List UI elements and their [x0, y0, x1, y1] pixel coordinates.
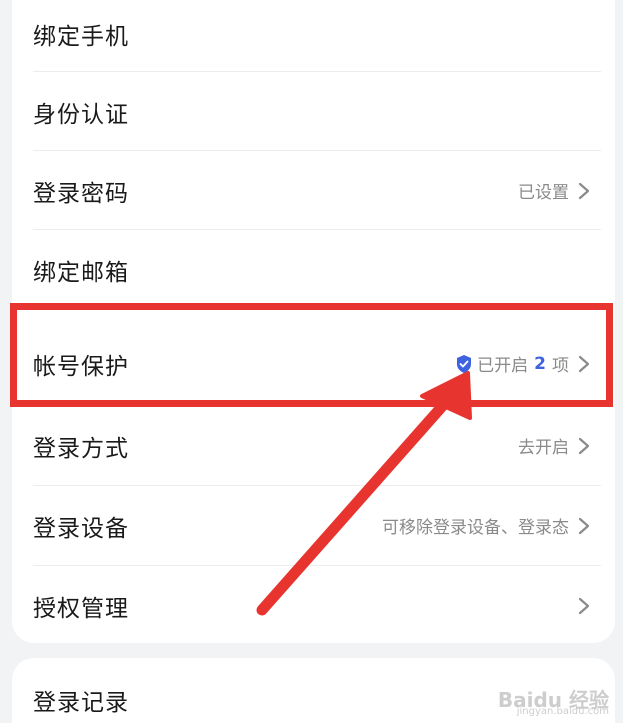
row-label: 登录密码 — [33, 180, 129, 207]
row-label: 绑定邮箱 — [33, 259, 129, 286]
row-login-method[interactable]: 登录方式 去开启 — [12, 406, 615, 485]
row-label: 绑定手机 — [33, 23, 129, 50]
chevron-right-icon — [578, 517, 590, 534]
divider — [33, 403, 601, 404]
row-value-group: 已设置 — [518, 178, 591, 203]
chevron-right-icon — [578, 437, 590, 454]
row-label: 登录设备 — [33, 515, 129, 542]
protection-unit: 项 — [552, 356, 569, 376]
row-label: 帐号保护 — [33, 353, 129, 380]
row-value-group: 已开启 2 项 — [455, 351, 591, 376]
shield-check-icon — [457, 354, 472, 373]
chevron-right-icon — [578, 182, 590, 199]
row-account-protection[interactable]: 帐号保护 已开启 2 项 — [12, 324, 615, 403]
row-bind-email[interactable]: 绑定邮箱 — [12, 230, 615, 309]
row-login-password[interactable]: 登录密码 已设置 — [12, 151, 615, 230]
row-login-devices[interactable]: 登录设备 可移除登录设备、登录态 — [12, 486, 615, 565]
row-authorization-management[interactable]: 授权管理 — [12, 566, 615, 645]
row-value-group: 可移除登录设备、登录态 — [382, 513, 591, 538]
row-value: 可移除登录设备、登录态 — [382, 518, 569, 538]
protection-count: 2 — [534, 353, 546, 374]
row-value: 已设置 — [518, 183, 569, 203]
row-bind-phone[interactable]: 绑定手机 — [12, 0, 615, 73]
row-label: 登录记录 — [33, 689, 129, 716]
row-value: 去开启 — [518, 438, 569, 458]
row-label: 授权管理 — [33, 595, 129, 622]
baidu-watermark: Baidu 经验 jingyan.baidu.com — [498, 684, 609, 717]
chevron-right-icon — [578, 597, 590, 614]
row-value-group: 去开启 — [518, 433, 591, 458]
row-value-group — [577, 596, 591, 616]
chevron-right-icon — [578, 355, 590, 372]
row-label: 身份认证 — [33, 101, 129, 128]
row-identity-verification[interactable]: 身份认证 — [12, 72, 615, 151]
account-security-card: 绑定手机 身份认证 登录密码 已设置 绑定邮箱 帐号保护 已开启 2 项 登录方… — [12, 0, 615, 643]
watermark-sub: jingyan.baidu.com — [516, 706, 609, 717]
row-label: 登录方式 — [33, 435, 129, 462]
protection-status: 已开启 — [477, 356, 529, 376]
